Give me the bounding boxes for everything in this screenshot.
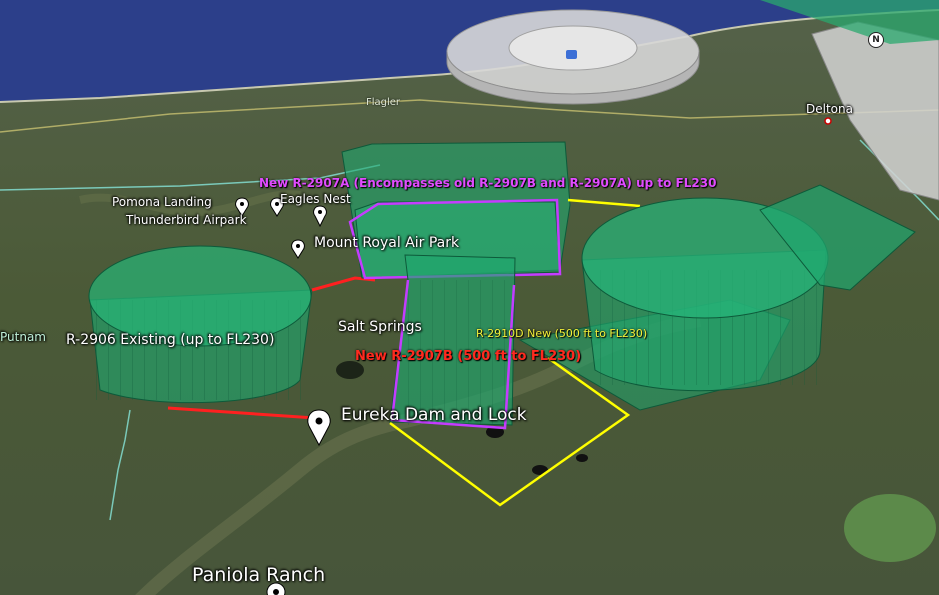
map-scene[interactable] — [0, 0, 939, 595]
label-deltona: Deltona — [806, 102, 853, 116]
lake-east — [844, 494, 936, 562]
airport-icon[interactable] — [566, 50, 577, 59]
label-salt-springs: Salt Springs — [338, 319, 422, 335]
label-r2910d: R-2910D New (500 ft to FL230) — [476, 327, 648, 340]
label-r2906: R-2906 Existing (up to FL230) — [66, 332, 275, 348]
label-putnam: Putnam — [0, 330, 46, 344]
label-pomona-landing: Pomona Landing — [112, 195, 212, 209]
r2907b-volume[interactable] — [389, 254, 516, 430]
label-eagles-nest: Eagles Nest — [280, 192, 351, 206]
deltona-marker[interactable] — [824, 117, 832, 125]
label-paniola-ranch: Paniola Ranch — [192, 564, 326, 586]
label-eureka-dam: Eureka Dam and Lock — [341, 405, 527, 425]
map-view[interactable]: Flagler Deltona Pomona Landing Thunderbi… — [0, 0, 939, 595]
compass-icon[interactable]: N — [868, 32, 884, 48]
label-mount-royal-air-park: Mount Royal Air Park — [314, 235, 460, 251]
label-flagler: Flagler — [366, 97, 401, 108]
label-r2907b: New R-2907B (500 ft to FL230) — [355, 349, 582, 364]
airport-ring-inner — [508, 25, 638, 71]
lake-small-2 — [576, 454, 588, 462]
label-r2907a: New R-2907A (Encompasses old R-2907B and… — [259, 176, 717, 190]
label-thunderbird-airpark: Thunderbird Airpark — [126, 213, 247, 227]
